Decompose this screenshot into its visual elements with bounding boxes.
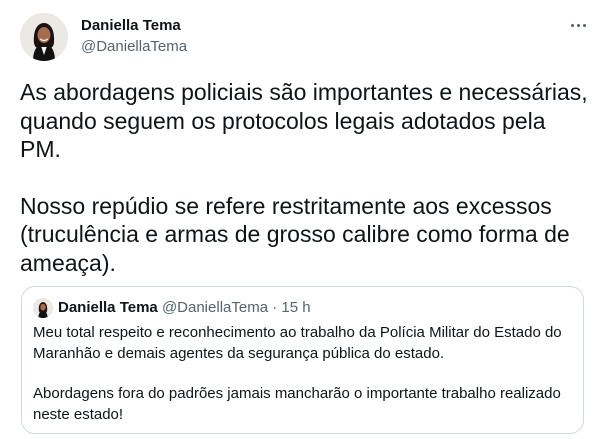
more-dots-icon (570, 23, 586, 27)
tweet-text: As abordagens policiais são importantes … (20, 78, 592, 277)
more-options-button[interactable] (565, 15, 591, 35)
quoted-avatar-image (33, 298, 53, 318)
tweet-header: Daniella Tema @DaniellaTema (20, 13, 591, 63)
tweet-paragraph: Nosso repúdio se refere restritamente ao… (20, 192, 570, 276)
quoted-tweet[interactable]: Daniella Tema @DaniellaTema · 15 h Meu t… (21, 286, 584, 434)
quoted-header: Daniella Tema @DaniellaTema · 15 h (58, 299, 311, 316)
quoted-author-name: Daniella Tema (58, 299, 158, 316)
quoted-paragraph: Abordagens fora do padrões jamais mancha… (33, 385, 561, 423)
author-name[interactable]: Daniella Tema (81, 17, 181, 34)
quoted-separator: · (272, 299, 278, 316)
quoted-avatar (33, 298, 53, 318)
avatar[interactable] (20, 13, 68, 61)
tweet-paragraph: As abordagens policiais são importantes … (20, 79, 588, 162)
quoted-timestamp[interactable]: 15 h (281, 299, 310, 316)
author-handle[interactable]: @DaniellaTema (81, 38, 187, 55)
quoted-paragraph: Meu total respeito e reconhecimento ao t… (33, 324, 562, 362)
quoted-author-handle: @DaniellaTema (161, 299, 269, 316)
quoted-text: Meu total respeito e reconhecimento ao t… (33, 323, 573, 425)
avatar-image (20, 13, 68, 61)
